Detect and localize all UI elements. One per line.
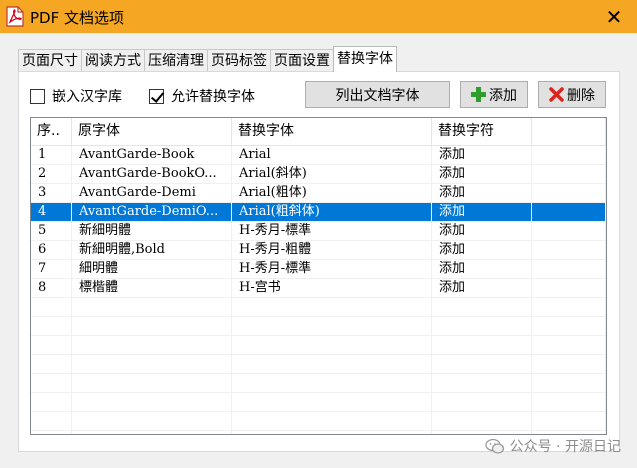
empty-row xyxy=(31,355,606,374)
cell-filler xyxy=(532,184,606,203)
column-header-index[interactable]: 序.. xyxy=(31,118,72,146)
cell-replacement-font: Arial xyxy=(232,146,432,165)
cell-replacement-font: Arial(斜体) xyxy=(232,165,432,184)
empty-row xyxy=(31,336,606,355)
cell-index: 3 xyxy=(31,184,72,203)
empty-row xyxy=(31,298,606,317)
empty-row xyxy=(31,412,606,431)
embed-chinese-checkbox[interactable] xyxy=(30,88,45,104)
empty-row xyxy=(31,317,606,336)
empty-row xyxy=(31,393,606,412)
table-row[interactable]: 6 新細明體,Bold H-秀月-粗體 添加 xyxy=(31,241,606,260)
tab-reading-mode[interactable]: 阅读方式 xyxy=(81,49,145,72)
column-header-replacement-chars[interactable]: 替换字符 xyxy=(432,118,532,146)
cell-index: 6 xyxy=(31,241,72,260)
cell-filler xyxy=(532,279,606,298)
cell-index: 7 xyxy=(31,260,72,279)
cell-original-font: 新細明體 xyxy=(72,222,232,241)
wechat-icon xyxy=(484,438,504,454)
watermark: 公众号 · 开源日记 xyxy=(484,436,621,456)
cell-filler xyxy=(532,146,606,165)
cell-index: 8 xyxy=(31,279,72,298)
column-header-original-font[interactable]: 原字体 xyxy=(72,118,232,146)
title-bar: PDF 文档选项 ✕ xyxy=(0,0,637,33)
tab-page-setup[interactable]: 页面设置 xyxy=(270,49,334,72)
cell-replacement-chars: 添加 xyxy=(432,184,532,203)
embed-chinese-option[interactable]: 嵌入汉字库 xyxy=(30,86,122,106)
tab-replace-fonts[interactable]: 替换字体 xyxy=(333,46,397,72)
add-button[interactable]: 添加 xyxy=(460,81,528,108)
column-header-replacement-font[interactable]: 替换字体 xyxy=(232,118,432,146)
allow-replace-option[interactable]: 允许替换字体 xyxy=(149,86,255,106)
cell-replacement-font: Arial(粗体) xyxy=(232,184,432,203)
cell-filler xyxy=(532,222,606,241)
empty-row xyxy=(31,431,606,434)
cell-replacement-chars: 添加 xyxy=(432,165,532,184)
cell-original-font: AvantGarde-DemiO... xyxy=(72,203,232,222)
table-row[interactable]: 3 AvantGarde-Demi Arial(粗体) 添加 xyxy=(31,184,606,203)
cell-replacement-font: H-秀月-粗體 xyxy=(232,241,432,260)
table-row[interactable]: 8 標楷體 H-宫书 添加 xyxy=(31,279,606,298)
table-row[interactable]: 7 細明體 H-秀月-標準 添加 xyxy=(31,260,606,279)
cell-original-font: 標楷體 xyxy=(72,279,232,298)
embed-chinese-label: 嵌入汉字库 xyxy=(52,89,122,105)
cell-index: 2 xyxy=(31,165,72,184)
table-header: 序.. 原字体 替换字体 替换字符 xyxy=(31,118,606,146)
allow-replace-checkbox[interactable] xyxy=(149,88,164,104)
cell-original-font: AvantGarde-Demi xyxy=(72,184,232,203)
cell-replacement-chars: 添加 xyxy=(432,203,532,222)
cell-filler xyxy=(532,241,606,260)
list-document-fonts-label: 列出文档字体 xyxy=(335,87,420,104)
cell-replacement-font: H-宫书 xyxy=(232,279,432,298)
tab-strip: 页面尺寸 阅读方式 压缩清理 页码标签 页面设置 替换字体 xyxy=(18,46,397,72)
font-replacement-table[interactable]: 序.. 原字体 替换字体 替换字符 1 AvantGarde-Book Aria… xyxy=(30,117,607,435)
close-icon: ✕ xyxy=(605,4,623,29)
table-row[interactable]: 2 AvantGarde-BookO... Arial(斜体) 添加 xyxy=(31,165,606,184)
cell-original-font: 新細明體,Bold xyxy=(72,241,232,260)
delete-button-label: 删除 xyxy=(567,87,595,104)
cell-replacement-font: H-秀月-標準 xyxy=(232,260,432,279)
cell-index: 1 xyxy=(31,146,72,165)
watermark-text: 公众号 · 开源日记 xyxy=(509,439,621,455)
cell-original-font: 細明體 xyxy=(72,260,232,279)
cell-filler xyxy=(532,260,606,279)
delete-x-icon xyxy=(549,87,564,102)
tab-page-size[interactable]: 页面尺寸 xyxy=(18,49,82,72)
cell-filler xyxy=(532,165,606,184)
pdf-app-icon xyxy=(6,6,24,27)
tab-compress-clean[interactable]: 压缩清理 xyxy=(144,49,208,72)
table-row[interactable]: 1 AvantGarde-Book Arial 添加 xyxy=(31,146,606,165)
cell-replacement-chars: 添加 xyxy=(432,222,532,241)
cell-replacement-chars: 添加 xyxy=(432,260,532,279)
list-document-fonts-button[interactable]: 列出文档字体 xyxy=(305,81,450,108)
cell-replacement-chars: 添加 xyxy=(432,279,532,298)
close-button[interactable]: ✕ xyxy=(591,0,637,33)
empty-row xyxy=(31,374,606,393)
cell-replacement-font: Arial(粗斜体) xyxy=(232,203,432,222)
cell-original-font: AvantGarde-Book xyxy=(72,146,232,165)
window-title: PDF 文档选项 xyxy=(30,9,124,27)
add-button-label: 添加 xyxy=(489,87,517,104)
table-row-selected[interactable]: 4 AvantGarde-DemiO... Arial(粗斜体) 添加 xyxy=(31,203,606,222)
table-body: 1 AvantGarde-Book Arial 添加 2 AvantGarde-… xyxy=(31,146,606,434)
delete-button[interactable]: 删除 xyxy=(538,81,606,108)
allow-replace-label: 允许替换字体 xyxy=(171,89,255,105)
table-row[interactable]: 5 新細明體 H-秀月-標準 添加 xyxy=(31,222,606,241)
cell-replacement-chars: 添加 xyxy=(432,146,532,165)
plus-icon xyxy=(471,87,486,102)
cell-filler xyxy=(532,203,606,222)
cell-replacement-chars: 添加 xyxy=(432,241,532,260)
column-header-filler xyxy=(532,118,606,146)
cell-original-font: AvantGarde-BookO... xyxy=(72,165,232,184)
cell-replacement-font: H-秀月-標準 xyxy=(232,222,432,241)
cell-index: 5 xyxy=(31,222,72,241)
tab-page-labels[interactable]: 页码标签 xyxy=(207,49,271,72)
cell-index: 4 xyxy=(31,203,72,222)
